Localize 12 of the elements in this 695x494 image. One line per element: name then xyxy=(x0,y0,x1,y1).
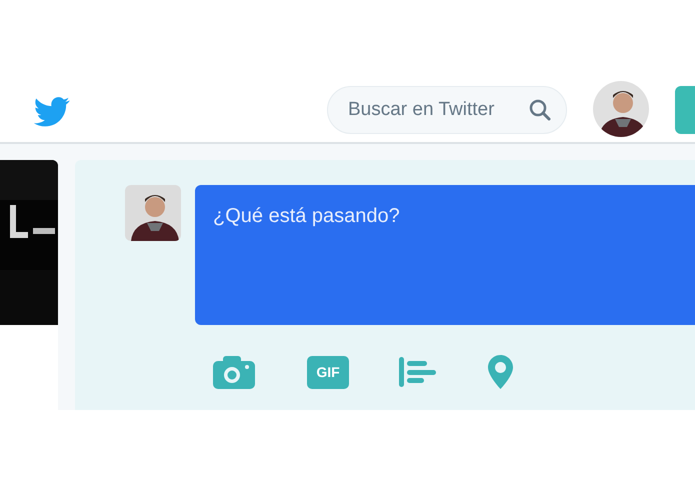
location-button[interactable] xyxy=(488,355,513,389)
tweet-input[interactable]: ¿Qué está pasando? xyxy=(195,185,695,325)
bird-logo-icon[interactable] xyxy=(34,97,70,127)
location-pin-icon xyxy=(488,355,513,389)
search-field[interactable]: Buscar en Twitter xyxy=(327,86,567,134)
gif-button[interactable]: GIF xyxy=(307,356,349,388)
camera-icon xyxy=(213,356,255,388)
search-icon xyxy=(529,99,551,121)
avatar xyxy=(125,185,181,241)
camera-button[interactable] xyxy=(213,356,255,388)
poll-icon xyxy=(399,357,436,387)
poll-button[interactable] xyxy=(399,357,436,387)
